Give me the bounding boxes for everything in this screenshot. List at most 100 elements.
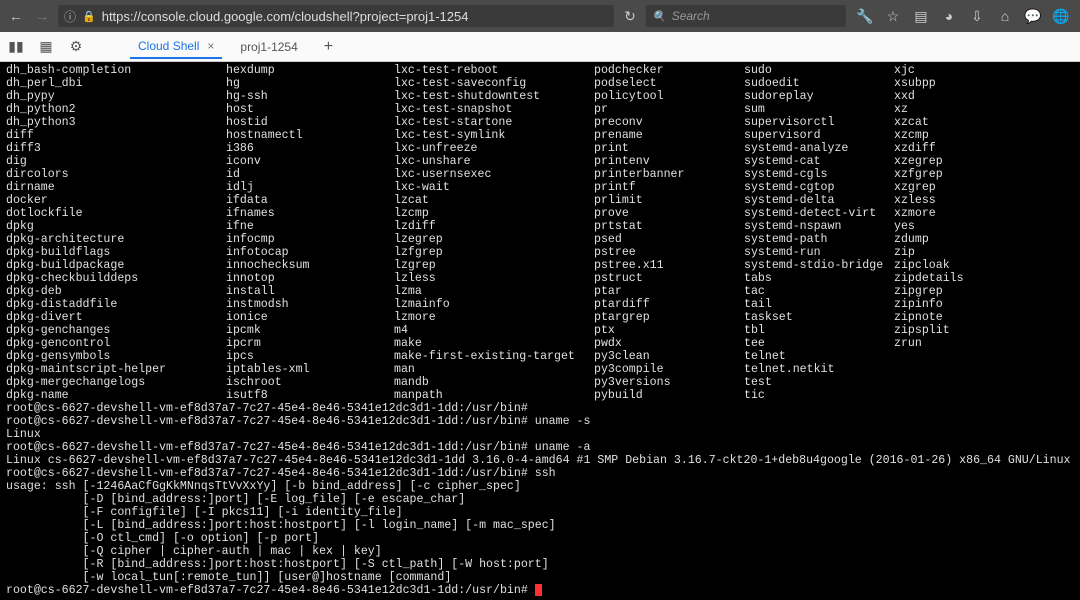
command-entry: ptargrep [594, 311, 744, 324]
command-entry: host [226, 103, 394, 116]
reload-button[interactable]: ↻ [620, 6, 640, 26]
bookmark-icon[interactable]: ☆ [880, 6, 906, 26]
command-entry: zdump [894, 233, 986, 246]
command-entry: systemd-cgtop [744, 181, 894, 194]
command-entry: dpkg-name [6, 389, 226, 402]
command-entry: dig [6, 155, 226, 168]
command-entry: pstree.x11 [594, 259, 744, 272]
command-entry: systemd-path [744, 233, 894, 246]
tab-cloud-shell[interactable]: Cloud Shell × [130, 35, 222, 59]
command-entry: zipdetails [894, 272, 986, 285]
command-entry: lxc-test-shutdowntest [394, 90, 594, 103]
command-entry: dpkg-gencontrol [6, 337, 226, 350]
tab-proj1[interactable]: proj1-1254 [232, 36, 305, 58]
search-placeholder: Search [672, 9, 710, 23]
cursor [535, 584, 542, 596]
command-entry: podchecker [594, 64, 744, 77]
terminal-line: [-R [bind_address:]port:host:hostport] [… [6, 558, 1074, 571]
terminal-line: [-F configfile] [-I pkcs11] [-i identity… [6, 506, 1074, 519]
command-entry: printf [594, 181, 744, 194]
command-entry: docker [6, 194, 226, 207]
command-entry: manpath [394, 389, 594, 402]
command-entry: dpkg-mergechangelogs [6, 376, 226, 389]
browser-actions: 🔧 ☆ ▤ ◕ ⇩ ⌂ 💬 🌐 [852, 6, 1074, 26]
command-entry: mandb [394, 376, 594, 389]
command-entry: lzfgrep [394, 246, 594, 259]
command-entry: tee [744, 337, 894, 350]
command-entry: hg [226, 77, 394, 90]
close-icon[interactable]: × [207, 39, 214, 53]
command-entry: m4 [394, 324, 594, 337]
command-entry: lzcat [394, 194, 594, 207]
command-entry: xxd [894, 90, 986, 103]
command-entry: taskset [744, 311, 894, 324]
command-entry: lzgrep [394, 259, 594, 272]
command-entry: hg-ssh [226, 90, 394, 103]
tab-strip: ▮▮ ▦ ⚙ Cloud Shell × proj1-1254 + [0, 32, 1080, 62]
add-tab-button[interactable]: + [316, 38, 341, 56]
command-entry: lxc-test-saveconfig [394, 77, 594, 90]
command-list: dh_bash-completionhexdumplxc-test-reboot… [6, 64, 1074, 402]
command-entry: pstree [594, 246, 744, 259]
library-icon[interactable]: ▤ [908, 6, 934, 26]
command-entry [894, 363, 986, 376]
command-entry: systemd-analyze [744, 142, 894, 155]
command-entry: printerbanner [594, 168, 744, 181]
command-entry: systemd-delta [744, 194, 894, 207]
command-entry: diff3 [6, 142, 226, 155]
chat-icon[interactable]: 💬 [1020, 6, 1046, 26]
command-entry: dpkg-gensymbols [6, 350, 226, 363]
command-entry: supervisord [744, 129, 894, 142]
command-entry: diff [6, 129, 226, 142]
command-entry [894, 376, 986, 389]
prompt-line[interactable]: root@cs-6627-devshell-vm-ef8d37a7-7c27-4… [6, 584, 1074, 597]
command-entry: ifdata [226, 194, 394, 207]
grid-icon[interactable]: ▦ [36, 37, 56, 57]
command-entry: dh_python2 [6, 103, 226, 116]
command-entry: tic [744, 389, 894, 402]
command-entry: lxc-wait [394, 181, 594, 194]
command-entry: sudoedit [744, 77, 894, 90]
command-entry: ipcs [226, 350, 394, 363]
command-entry: dh_python3 [6, 116, 226, 129]
command-entry: policytool [594, 90, 744, 103]
command-entry: install [226, 285, 394, 298]
command-entry: test [744, 376, 894, 389]
downloads-icon[interactable]: ⇩ [964, 6, 990, 26]
terminal-line: root@cs-6627-devshell-vm-ef8d37a7-7c27-4… [6, 402, 1074, 415]
command-entry: xsubpp [894, 77, 986, 90]
command-entry: pwdx [594, 337, 744, 350]
home-icon[interactable]: ⌂ [992, 6, 1018, 26]
command-entry: infotocap [226, 246, 394, 259]
gear-icon[interactable]: ⚙ [66, 37, 86, 57]
command-entry: ifnames [226, 207, 394, 220]
search-bar[interactable]: 🔍 Search [646, 5, 846, 27]
command-entry: pybuild [594, 389, 744, 402]
command-entry: dircolors [6, 168, 226, 181]
command-entry: prove [594, 207, 744, 220]
command-entry: xjc [894, 64, 986, 77]
command-entry: ptardiff [594, 298, 744, 311]
command-entry: prlimit [594, 194, 744, 207]
command-entry: make [394, 337, 594, 350]
command-entry: zipcloak [894, 259, 986, 272]
terminal-line: root@cs-6627-devshell-vm-ef8d37a7-7c27-4… [6, 467, 1074, 480]
back-button[interactable]: ← [6, 6, 26, 26]
wrench-icon[interactable]: 🔧 [852, 6, 878, 26]
url-bar[interactable]: ⓘ 🔒 https://console.cloud.google.com/clo… [58, 5, 614, 27]
command-entry: iconv [226, 155, 394, 168]
command-entry: lxc-unfreeze [394, 142, 594, 155]
command-entry: psed [594, 233, 744, 246]
command-entry: dpkg-maintscript-helper [6, 363, 226, 376]
terminal-icon[interactable]: ▮▮ [6, 37, 26, 57]
command-entry: lxc-test-snapshot [394, 103, 594, 116]
command-entry: zipgrep [894, 285, 986, 298]
globe-icon[interactable]: 🌐 [1048, 6, 1074, 26]
command-entry: id [226, 168, 394, 181]
terminal-line: root@cs-6627-devshell-vm-ef8d37a7-7c27-4… [6, 441, 1074, 454]
info-icon: ⓘ [64, 8, 76, 25]
command-entry: i386 [226, 142, 394, 155]
command-entry: systemd-run [744, 246, 894, 259]
terminal[interactable]: dh_bash-completionhexdumplxc-test-reboot… [0, 62, 1080, 600]
pocket-icon[interactable]: ◕ [936, 6, 962, 26]
